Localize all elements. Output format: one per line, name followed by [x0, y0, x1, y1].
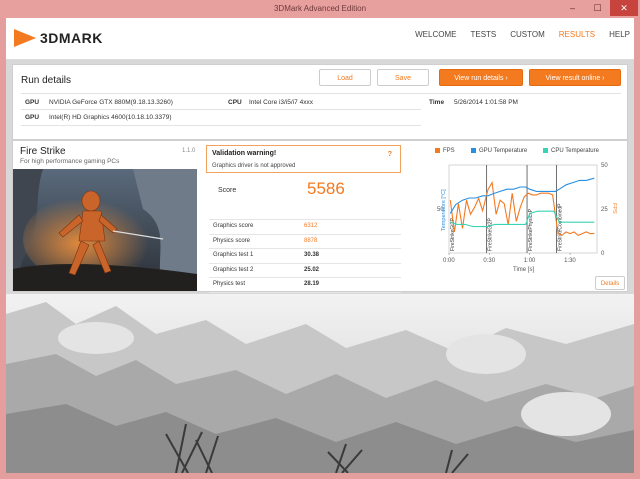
app-header: 3DMARK WELCOME TESTS CUSTOM RESULTS HELP: [6, 18, 634, 60]
fire-strike-thumbnail: [13, 169, 197, 291]
view-run-details-button[interactable]: View run details ›: [439, 69, 523, 86]
client-area: 3DMARK WELCOME TESTS CUSTOM RESULTS HELP…: [6, 18, 634, 473]
gpu2-label: GPU: [25, 114, 40, 121]
legend-gpu-swatch: [471, 148, 476, 153]
score-row: Graphics test 2 25.02: [209, 262, 401, 276]
legend-fps-swatch: [435, 148, 440, 153]
test-version: 1.1.0: [182, 148, 196, 154]
gpu1-label: GPU: [25, 99, 40, 106]
chart-plot-area: [448, 164, 598, 254]
score-row-label: Graphics test 1: [213, 252, 254, 258]
score-row: Graphics score 6312: [209, 219, 401, 232]
legend-cpu-temp: CPU Temperature: [543, 148, 599, 154]
load-button[interactable]: Load: [319, 69, 371, 86]
gpu1-value: NVIDIA GeForce GTX 880M(9.18.13.3260): [49, 99, 173, 106]
right-axis-label: FPS: [611, 203, 617, 214]
nav-help[interactable]: HELP: [609, 30, 630, 39]
score-row-label: Physics score: [213, 237, 251, 244]
save-button[interactable]: Save: [377, 69, 429, 86]
warning-help-icon[interactable]: ?: [388, 151, 392, 158]
logo-triangle-icon: [14, 29, 36, 47]
chart-section-label: FireStrikeGt2P: [488, 218, 494, 251]
close-button[interactable]: ✕: [610, 0, 638, 16]
left-axis-label: Temperature [°C]: [441, 189, 447, 231]
warning-title: Validation warning!: [212, 150, 277, 157]
x-tick-label: 0:30: [483, 258, 495, 264]
nav-welcome[interactable]: WELCOME: [415, 30, 456, 39]
warning-message: Graphics driver is not approved: [212, 163, 296, 169]
run-details-panel: Run details Load Save View run details ›…: [12, 64, 628, 140]
legend-fps: FPS: [435, 148, 455, 154]
score-row-label: Graphics test 2: [213, 266, 254, 273]
logo-text: 3DMARK: [40, 30, 103, 46]
time-label: Time: [429, 99, 445, 106]
monitoring-chart-svg: FireStrikeGt1P FireStrikeGt2P FireStrikePh…: [437, 163, 617, 273]
score-row-value: 28.19: [304, 281, 320, 287]
x-tick-label: 0:00: [443, 258, 455, 264]
chart-section-label: FireStrikeCombinedP: [558, 203, 564, 251]
x-tick-label: 1:30: [564, 258, 576, 264]
main-nav: WELCOME TESTS CUSTOM RESULTS HELP: [401, 30, 630, 39]
score-row-label: Physics test: [213, 281, 246, 287]
title-bar[interactable]: 3DMark Advanced Edition – ☐ ✕: [0, 0, 640, 18]
minimize-button[interactable]: –: [560, 0, 585, 16]
right-tick-label: 25: [601, 207, 608, 213]
view-result-online-button[interactable]: View result online ›: [529, 69, 621, 86]
score-row-value: 6312: [304, 223, 318, 229]
score-row: Physics test 28.19: [209, 277, 401, 290]
score-row-value: 8878: [304, 237, 318, 244]
legend-cpu-swatch: [543, 148, 548, 153]
time-value: 5/26/2014 1:01:58 PM: [454, 99, 518, 106]
app-window: 3DMark Advanced Edition – ☐ ✕ 3DMARK WEL…: [0, 0, 640, 479]
details-button[interactable]: Details: [595, 276, 625, 290]
score-row-value: 25.02: [304, 266, 320, 273]
cpu-label: CPU: [228, 99, 242, 106]
score-row-value: 30.38: [304, 252, 320, 258]
right-tick-label: 0: [601, 251, 605, 257]
score-row: Graphics test 1 30.38: [209, 248, 401, 261]
validation-warning: Validation warning! ? Graphics driver is…: [206, 145, 401, 173]
right-tick-label: 50: [601, 163, 608, 169]
test-name: Fire Strike: [20, 146, 66, 157]
3dmark-logo: 3DMARK: [14, 27, 132, 51]
background-scenery: [6, 294, 634, 473]
gpu2-value: Intel(R) HD Graphics 4600(10.18.10.3379): [49, 114, 172, 121]
x-tick-label: 1:00: [524, 258, 536, 264]
score-label: Score: [218, 187, 237, 194]
run-details-title: Run details: [21, 75, 72, 86]
maximize-button[interactable]: ☐: [585, 0, 610, 16]
monitoring-chart: FPS GPU Temperature CPU Temperature Fire…: [425, 141, 629, 291]
nav-tests[interactable]: TESTS: [470, 30, 496, 39]
result-panel: Fire Strike 1.1.0 For high performance g…: [12, 140, 629, 302]
x-axis-label: Time [s]: [513, 267, 534, 273]
legend-gpu-temp: GPU Temperature: [471, 148, 527, 154]
test-subtitle: For high performance gaming PCs: [20, 158, 120, 165]
score-value: 5586: [307, 179, 345, 198]
nav-results[interactable]: RESULTS: [559, 30, 595, 39]
score-row-label: Graphics score: [213, 223, 254, 229]
nav-custom[interactable]: CUSTOM: [510, 30, 545, 39]
score-row: Physics score 8878: [209, 233, 401, 247]
cpu-value: Intel Core i3/i5/i7 4xxx: [249, 99, 313, 106]
window-title: 3DMark Advanced Edition: [273, 4, 367, 13]
